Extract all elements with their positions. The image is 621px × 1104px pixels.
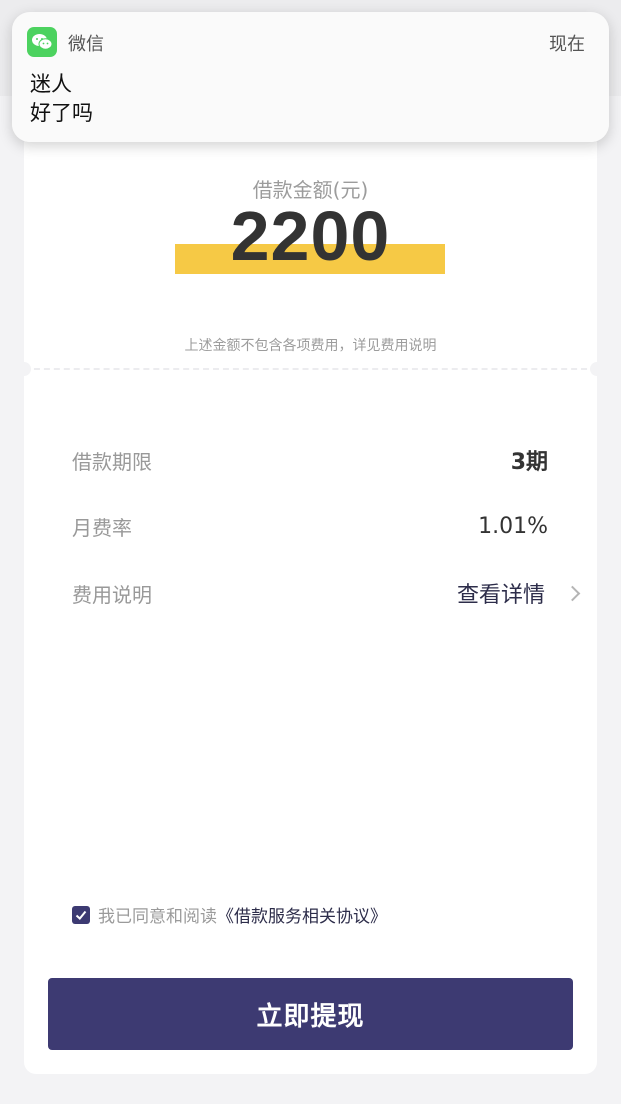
notification-time: 现在: [549, 34, 585, 55]
card-notch-right: [590, 362, 604, 376]
notification-title: 迷人: [30, 72, 72, 96]
amount-note: 上述金额不包含各项费用，详见费用说明: [184, 338, 437, 354]
detail-row-fee-explanation[interactable]: 费用说明 查看详情: [72, 575, 581, 611]
card-notch-left: [17, 362, 31, 376]
amount-value: 2200: [230, 197, 391, 275]
detail-row-monthly-rate: 月费率 1.01%: [72, 508, 548, 544]
agreement-row: 我已同意和阅读 《借款服务相关协议》: [72, 902, 387, 927]
agreement-prefix: 我已同意和阅读: [98, 907, 217, 927]
withdraw-now-button[interactable]: 立即提现: [48, 978, 573, 1050]
agreement-checkbox[interactable]: [72, 905, 90, 924]
detail-row-term: 借款期限 3期: [72, 442, 548, 478]
view-details-link[interactable]: 查看详情: [456, 577, 581, 609]
wechat-icon: [27, 27, 57, 57]
monthly-rate-label: 月费率: [72, 515, 132, 540]
monthly-rate-value: 1.01%: [478, 513, 548, 539]
wechat-notification[interactable]: 微信 现在 迷人 好了吗: [12, 12, 609, 142]
fee-explanation-label: 费用说明: [72, 582, 152, 607]
term-value: 3期: [510, 450, 548, 475]
view-details-label: 查看详情: [456, 583, 545, 608]
loan-card: 借款金额(元) 2200 上述金额不包含各项费用，详见费用说明 借款期限 3期 …: [17, 60, 604, 1074]
checkbox-checked-icon: [75, 910, 87, 920]
dashed-divider: [24, 368, 597, 370]
notification-body: 好了吗: [30, 101, 93, 125]
term-label: 借款期限: [72, 449, 152, 474]
chevron-right-icon: [564, 585, 581, 601]
agreement-link[interactable]: 《借款服务相关协议》: [217, 902, 387, 927]
notification-app-name: 微信: [68, 34, 104, 55]
